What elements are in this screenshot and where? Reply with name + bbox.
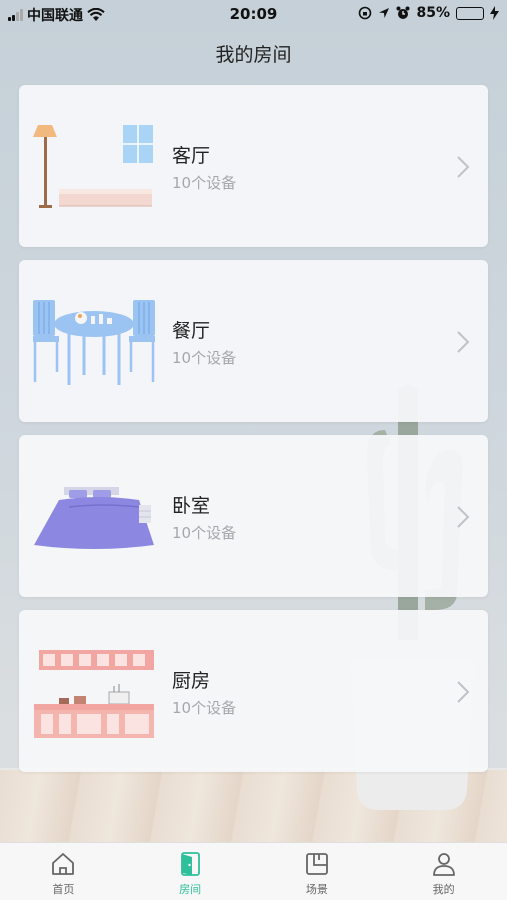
room-card-bedroom[interactable]: 卧室 10个设备 — [19, 435, 488, 597]
dining-room-illustration — [33, 300, 155, 385]
room-device-count: 10个设备 — [172, 174, 237, 192]
tab-label: 首页 — [52, 883, 75, 896]
tab-bar: 首页 房间 场景 我的 — [0, 842, 507, 900]
room-name: 卧室 — [172, 495, 211, 517]
rotation-lock-icon — [359, 6, 372, 20]
room-card-living-room[interactable]: 客厅 10个设备 — [19, 85, 488, 247]
charging-icon — [490, 6, 499, 20]
tab-rooms[interactable]: 房间 — [127, 843, 254, 900]
battery-icon — [456, 6, 484, 20]
room-name: 餐厅 — [172, 320, 211, 342]
status-bar: 中国联通 20:09 85% — [0, 0, 507, 28]
room-name: 厨房 — [172, 670, 211, 692]
tab-label: 房间 — [179, 883, 202, 896]
chevron-right-icon — [457, 681, 470, 703]
bedroom-illustration — [34, 487, 154, 549]
user-icon — [432, 853, 455, 876]
kitchen-illustration — [34, 650, 154, 738]
living-room-illustration — [33, 125, 153, 208]
tab-label: 场景 — [305, 883, 328, 896]
room-list: 客厅 10个设备 餐厅 10个设备 卧室 10个设备 厨房 10个设备 — [19, 85, 488, 785]
tab-label: 我的 — [432, 883, 455, 896]
chevron-right-icon — [457, 506, 470, 528]
room-card-kitchen[interactable]: 厨房 10个设备 — [19, 610, 488, 772]
home-icon — [52, 853, 75, 875]
chevron-right-icon — [457, 331, 470, 353]
room-device-count: 10个设备 — [172, 699, 237, 717]
tab-home[interactable]: 首页 — [0, 843, 127, 900]
battery-percent: 85% — [416, 5, 450, 21]
room-card-dining-room[interactable]: 餐厅 10个设备 — [19, 260, 488, 422]
door-icon — [181, 852, 201, 876]
location-icon — [379, 8, 390, 18]
scene-icon — [305, 853, 328, 875]
room-device-count: 10个设备 — [172, 349, 237, 367]
chevron-right-icon — [457, 156, 470, 178]
room-name: 客厅 — [172, 145, 211, 167]
room-device-count: 10个设备 — [172, 524, 237, 542]
tab-profile[interactable]: 我的 — [380, 843, 507, 900]
alarm-icon — [396, 6, 410, 19]
page-title: 我的房间 — [215, 44, 292, 66]
tab-scenes[interactable]: 场景 — [254, 843, 381, 900]
